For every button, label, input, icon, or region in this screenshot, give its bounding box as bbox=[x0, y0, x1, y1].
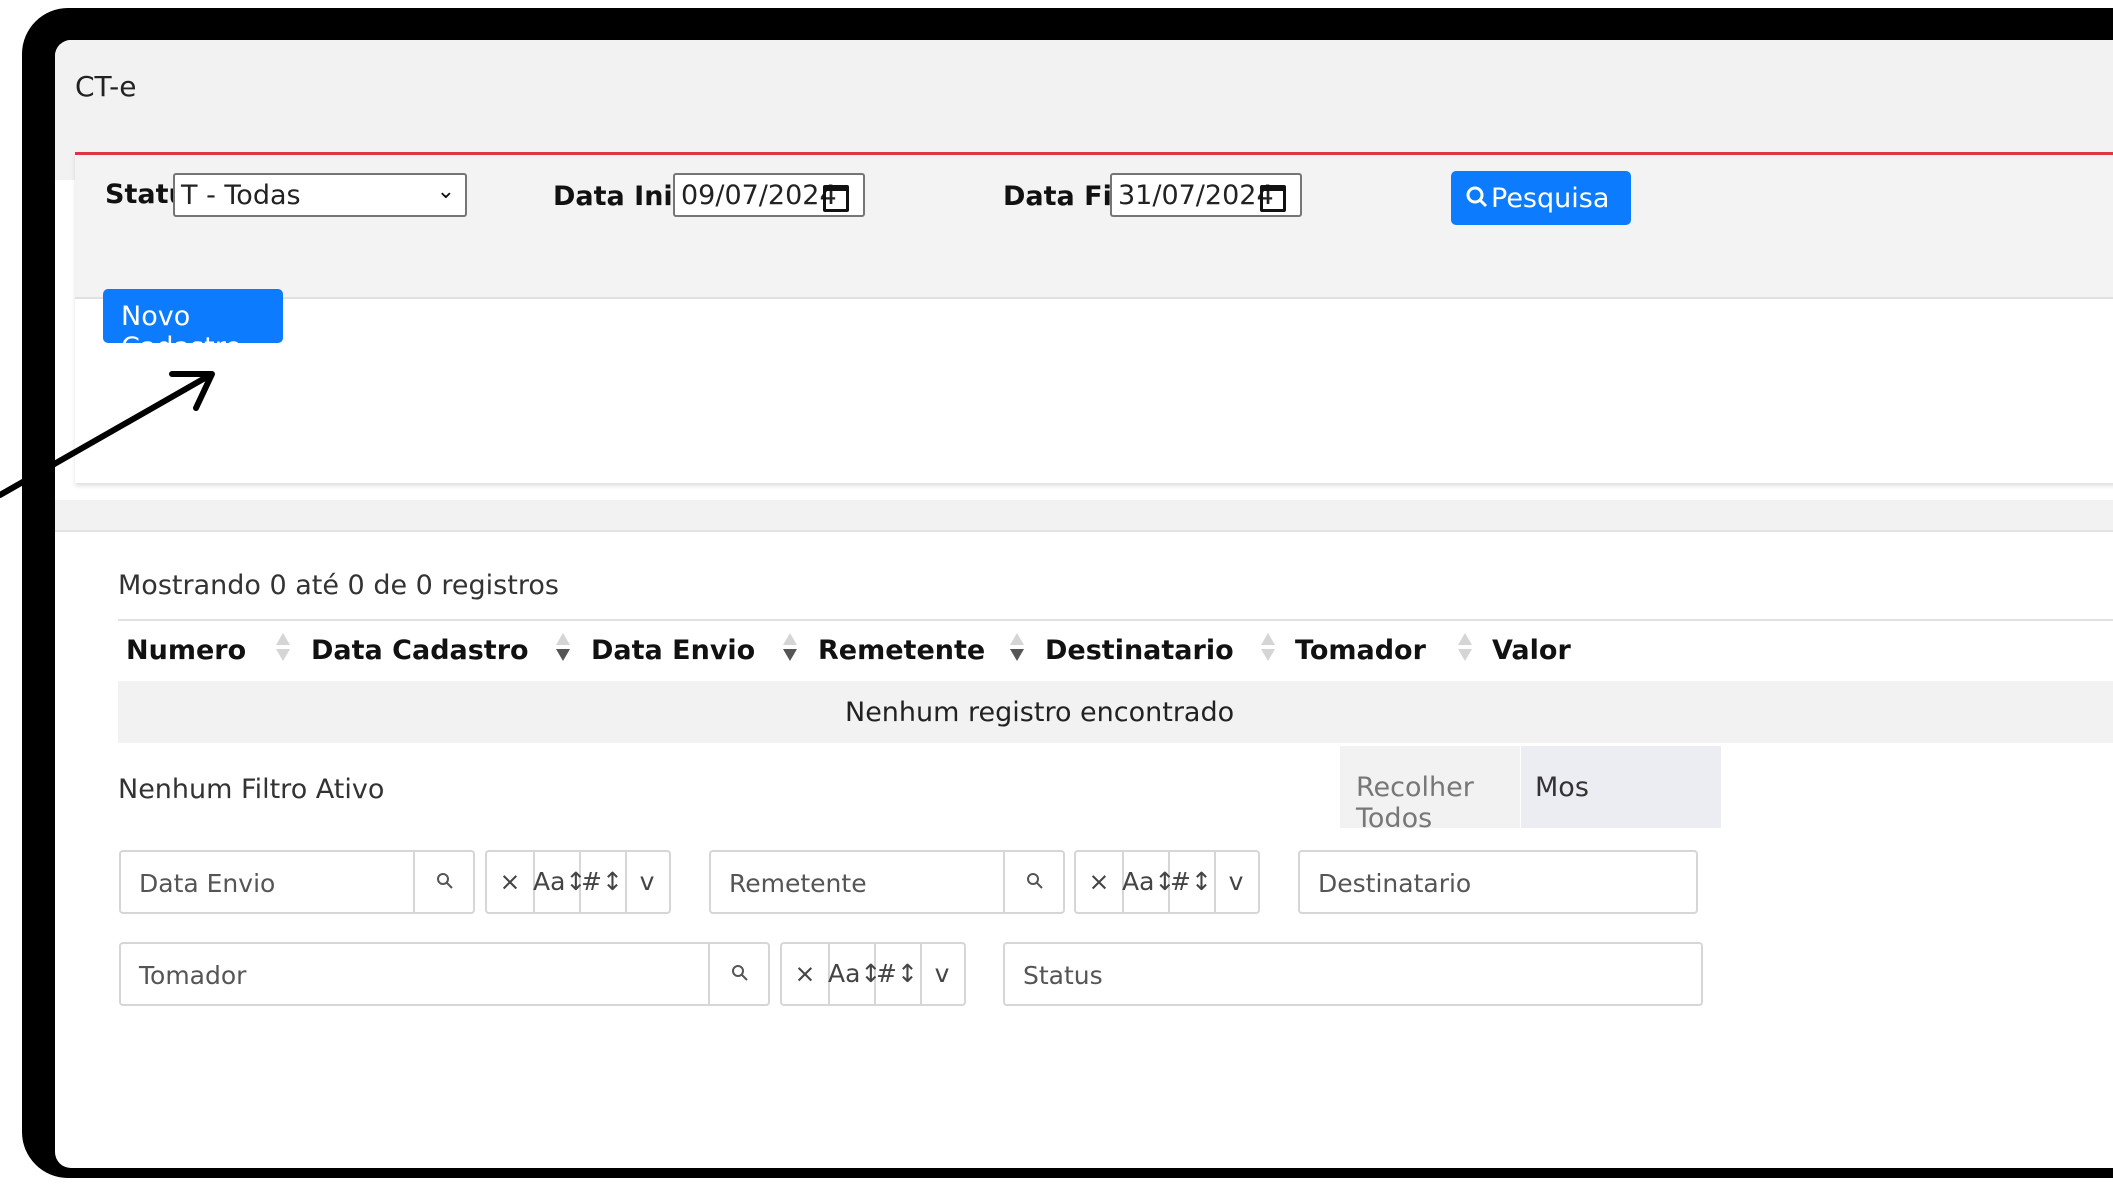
table-header: Numero Data Cadastro Data Envio Remetent… bbox=[118, 619, 2113, 683]
column-header[interactable]: Valor bbox=[1492, 635, 1571, 666]
filter-card: Status T - Todas ⌄ Data Inicial 09/07/20… bbox=[75, 152, 2113, 483]
filter-input-destinatario[interactable]: Destinatario bbox=[1298, 850, 1698, 914]
chevron-down-icon[interactable]: v bbox=[625, 852, 669, 912]
column-header[interactable]: Tomador bbox=[1295, 635, 1426, 666]
sort-desc-icon[interactable] bbox=[783, 633, 797, 663]
app-screen: CT-e Status T - Todas ⌄ Data Inicial 09/… bbox=[55, 40, 2113, 1168]
clear-icon[interactable]: × bbox=[782, 944, 830, 1004]
data-inicial-input[interactable]: 09/07/2024 bbox=[673, 173, 865, 217]
filter-bar: Status T - Todas ⌄ Data Inicial 09/07/20… bbox=[75, 155, 2113, 299]
filter-input-status[interactable]: Status bbox=[1003, 942, 1703, 1006]
clear-icon[interactable]: × bbox=[1076, 852, 1124, 912]
sort-icon[interactable] bbox=[276, 633, 290, 663]
filter-placeholder: Status bbox=[1023, 961, 1103, 990]
search-button-label: Pesquisa bbox=[1491, 183, 1610, 214]
chevron-down-icon[interactable]: v bbox=[1214, 852, 1258, 912]
column-header[interactable]: Numero bbox=[126, 635, 246, 666]
arrow-annotation bbox=[0, 371, 215, 498]
search-icon[interactable] bbox=[413, 852, 477, 912]
clear-icon[interactable]: × bbox=[487, 852, 535, 912]
filter-placeholder: Data Envio bbox=[139, 869, 276, 898]
data-final-value: 31/07/2024 bbox=[1118, 180, 1274, 211]
number-sort-icon[interactable]: #↕ bbox=[874, 944, 922, 1004]
section-divider bbox=[55, 500, 2113, 532]
page-title: CT-e bbox=[75, 70, 137, 103]
search-icon bbox=[1466, 186, 1488, 208]
filter-tools: × Aa↕ #↕ v bbox=[1074, 850, 1260, 914]
calendar-icon[interactable] bbox=[1260, 185, 1286, 212]
filter-input-remetente[interactable]: Remetente bbox=[709, 850, 1065, 914]
filter-tools: × Aa↕ #↕ v bbox=[485, 850, 671, 914]
column-header[interactable]: Remetente bbox=[818, 635, 985, 666]
data-inicial-value: 09/07/2024 bbox=[681, 180, 837, 211]
search-icon[interactable] bbox=[708, 944, 772, 1004]
case-sort-icon[interactable]: Aa↕ bbox=[1122, 852, 1175, 912]
filter-placeholder: Destinatario bbox=[1318, 869, 1472, 898]
status-select[interactable]: T - Todas ⌄ bbox=[173, 173, 467, 217]
number-sort-icon[interactable]: #↕ bbox=[579, 852, 627, 912]
chevron-down-icon[interactable]: v bbox=[920, 944, 964, 1004]
screen-frame: CT-e Status T - Todas ⌄ Data Inicial 09/… bbox=[22, 8, 2113, 1178]
column-header[interactable]: Data Cadastro bbox=[311, 635, 529, 666]
collapse-all-button[interactable]: Recolher Todos bbox=[1340, 746, 1520, 834]
collapse-all-label: Recolher Todos bbox=[1356, 772, 1474, 834]
show-all-label: Mos bbox=[1535, 772, 1589, 803]
filter-status: Nenhum Filtro Ativo bbox=[118, 774, 385, 805]
search-icon[interactable] bbox=[1003, 852, 1067, 912]
filter-input-tomador[interactable]: Tomador bbox=[119, 942, 770, 1006]
status-select-value: T - Todas bbox=[181, 180, 301, 211]
column-header[interactable]: Data Envio bbox=[591, 635, 755, 666]
filter-tools: × Aa↕ #↕ v bbox=[780, 942, 966, 1006]
filter-placeholder: Tomador bbox=[139, 961, 247, 990]
filter-input-data-envio[interactable]: Data Envio bbox=[119, 850, 475, 914]
data-final-input[interactable]: 31/07/2024 bbox=[1110, 173, 1302, 217]
sort-desc-icon[interactable] bbox=[556, 633, 570, 663]
number-sort-icon[interactable]: #↕ bbox=[1168, 852, 1216, 912]
sort-icon[interactable] bbox=[1261, 633, 1275, 663]
calendar-icon[interactable] bbox=[823, 185, 849, 212]
search-button[interactable]: Pesquisa bbox=[1451, 171, 1631, 225]
table-empty-row: Nenhum registro encontrado bbox=[118, 681, 2113, 743]
novo-cadastro-label: Novo Cadastro bbox=[121, 301, 242, 363]
show-all-button[interactable]: Mos bbox=[1521, 746, 1721, 828]
sort-icon[interactable] bbox=[1458, 633, 1472, 663]
case-sort-icon[interactable]: Aa↕ bbox=[828, 944, 881, 1004]
sort-desc-icon[interactable] bbox=[1010, 633, 1024, 663]
novo-cadastro-button[interactable]: Novo Cadastro bbox=[103, 289, 283, 363]
case-sort-icon[interactable]: Aa↕ bbox=[533, 852, 586, 912]
filter-placeholder: Remetente bbox=[729, 869, 867, 898]
column-header[interactable]: Destinatario bbox=[1045, 635, 1234, 666]
empty-message: Nenhum registro encontrado bbox=[845, 697, 1235, 728]
table-info: Mostrando 0 até 0 de 0 registros bbox=[118, 570, 559, 601]
chevron-down-icon: ⌄ bbox=[436, 179, 455, 204]
